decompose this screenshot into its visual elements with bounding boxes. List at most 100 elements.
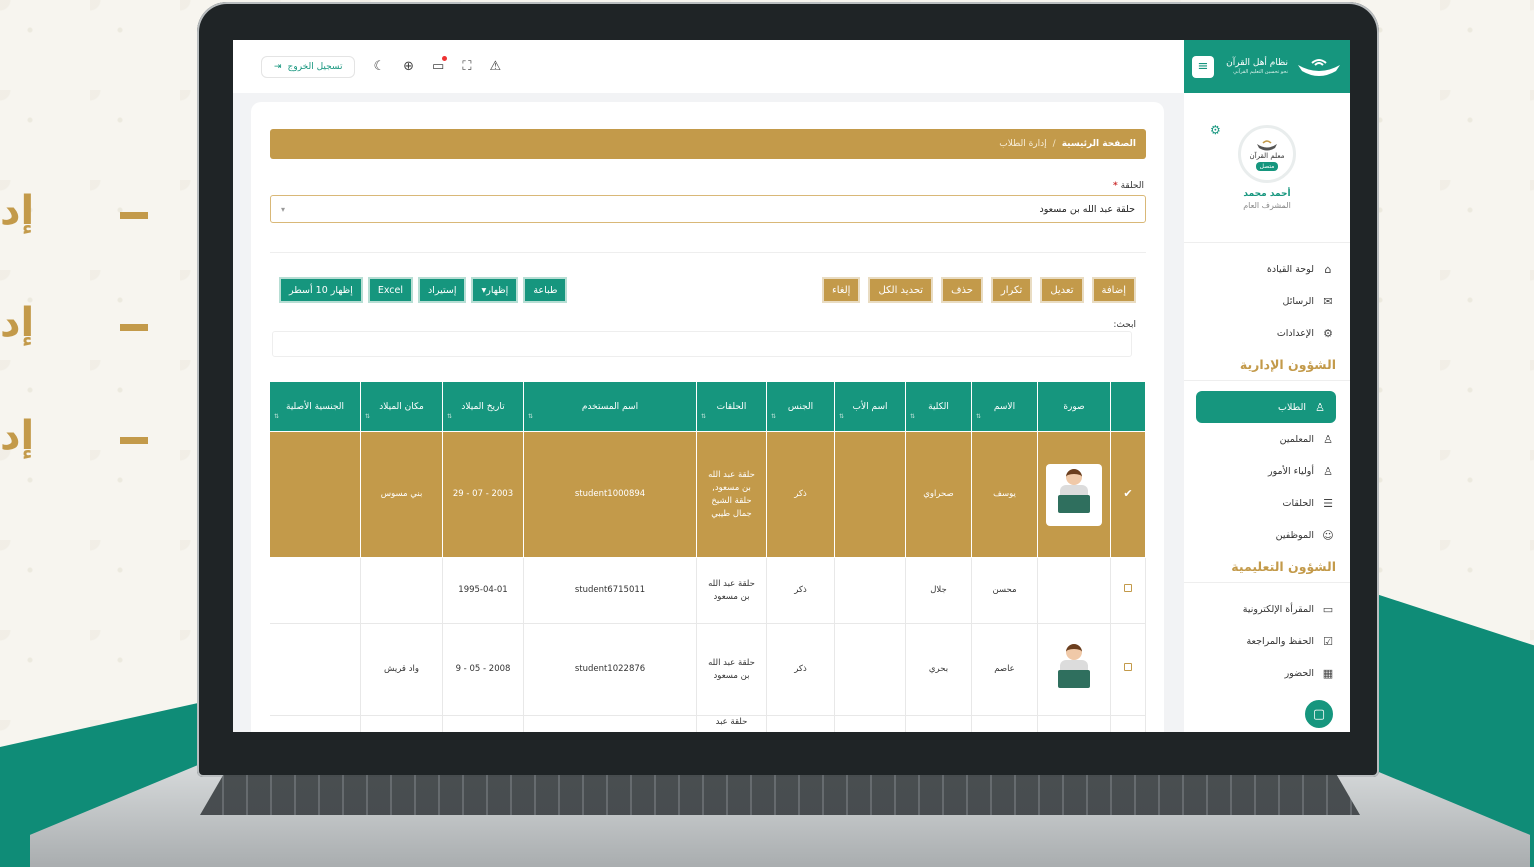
delete-button[interactable]: حذف [941,277,983,303]
sidebar-item-students[interactable]: ♙ الطلاب [1196,391,1336,423]
circle-field-label: الحلقة * [1113,181,1144,191]
laptop-keyboard [200,775,1360,815]
profile-settings-icon[interactable]: ⚙ [1210,123,1221,137]
circle-select[interactable]: حلقة عبد الله بن مسعود ▾ [270,195,1146,223]
row-select-cell[interactable] [1110,715,1146,732]
table-row[interactable]: ✔ يوسف صحراوي ذكر حلقة عبد الله بن مسعود… [270,431,1146,558]
action-buttons: إضافة تعديل تكرار حذف تحديد الكل إلغاء [822,277,1136,303]
sidebar-item-teachers[interactable]: ♙ المعلمين [1184,423,1350,455]
circles-cell: حلقة عبد الله بن مسعود, حلقة الشيخ جمال … [696,431,767,558]
globe-icon[interactable]: ⊕ [403,59,414,74]
column-header-college[interactable]: الكلية ⇅ [905,381,972,432]
column-header-name[interactable]: الاسم ⇅ [971,381,1038,432]
sidebar-item-e-reading[interactable]: ▭ المقرأة الإلكترونية [1184,593,1350,625]
show-columns-button[interactable]: إظهار▾ [471,277,519,303]
photo-cell [1037,431,1111,558]
college-cell: جلال [905,557,972,624]
sidebar-item-staff[interactable]: ☺ الموظفين [1184,519,1350,551]
sidebar-item-label: الطلاب [1278,401,1306,413]
table-row[interactable]: محسن جلال ذكر حلقة عبد الله بن مسعود stu… [270,557,1146,624]
brand-title: نظام أهل القرآن [1226,58,1288,68]
sidebar-item-dashboard[interactable]: ⌂ لوحة القيادة [1184,253,1350,285]
checkbox[interactable] [1124,584,1132,592]
column-header-circles[interactable]: الحلقات ⇅ [696,381,767,432]
cancel-button[interactable]: إلغاء [822,277,861,303]
sidebar-item-memorization[interactable]: ☑ الحفظ والمراجعة [1184,625,1350,657]
column-header-nationality[interactable]: الجنسية الأصلية ⇅ [270,381,361,432]
college-cell: بحري [905,623,972,716]
fullscreen-icon[interactable]: ⛶ [462,59,471,74]
notification-icon[interactable]: ▭ [432,56,448,74]
avatar[interactable]: معلم القرآن متصل [1238,125,1296,183]
dark-mode-icon[interactable]: ☾ [373,59,385,74]
column-header-label: تاريخ الميلاد [461,401,505,412]
logout-button[interactable]: تسجيل الخروج ⇥ [261,55,356,78]
alert-icon[interactable]: ⚠ [489,59,501,74]
sidebar-item-label: أولياء الأمور [1267,465,1314,477]
search-input[interactable] [272,331,1132,357]
column-header-username[interactable]: اسم المستخدم ⇅ [523,381,697,432]
nationality-cell [270,623,361,716]
photo-cell [1037,623,1111,716]
column-header-label: صورة [1063,401,1085,412]
sidebar-item-label: الموظفين [1275,529,1314,541]
birthplace-cell: واد قريش [360,623,443,716]
student-photo [1046,638,1102,701]
topbar: تسجيل الخروج ⇥ ☾ ⊕ ▭ ⛶ ⚠ [233,40,1184,93]
circle-field-label-text: الحلقة [1120,181,1144,191]
row-select-cell[interactable]: ✔ [1110,431,1146,558]
sidebar-item-circles[interactable]: ☰ الحلقات [1184,487,1350,519]
checkbox[interactable] [1124,663,1132,671]
avatar-logo-text: معلم القرآن [1249,151,1285,160]
birthplace-cell: بني مسوس [360,431,443,558]
table-row[interactable]: حلقة عبد [270,715,1146,732]
print-button[interactable]: طباعة [523,277,568,303]
sidebar-item-label: لوحة القيادة [1266,263,1314,275]
column-header-photo[interactable]: صورة [1037,381,1111,432]
sidebar-item-parents[interactable]: ♙ أولياء الأمور [1184,455,1350,487]
sort-icon: ⇅ [839,413,845,420]
column-header-father[interactable]: اسم الأب ⇅ [834,381,906,432]
excel-button[interactable]: Excel [367,277,414,303]
divider [270,252,1146,253]
add-button[interactable]: إضافة [1091,277,1136,303]
sidebar-item-attendance[interactable]: ▦ الحضور [1184,657,1350,689]
video-icon: ▭ [1322,602,1334,616]
breadcrumb-home[interactable]: الصفحة الرئيسية [1062,139,1136,149]
column-header-birthdate[interactable]: تاريخ الميلاد ⇅ [442,381,524,432]
calendar-icon: ▦ [1322,666,1334,680]
column-header-birthplace[interactable]: مكان الميلاد ⇅ [360,381,443,432]
edit-button[interactable]: تعديل [1040,277,1084,303]
user-icon: ♙ [1323,464,1333,478]
import-button[interactable]: إستيراد [418,277,467,303]
select-all-button[interactable]: تحديد الكل [868,277,934,303]
birthdate-cell [442,715,524,732]
sort-icon: ⇅ [976,413,982,420]
row-select-cell[interactable] [1110,557,1146,624]
sidebar-item-label: المعلمين [1279,433,1314,445]
marketing-dash [120,437,148,444]
mail-icon: ✉ [1323,294,1333,308]
brand-text: نظام أهل القرآن نحو تحسين التعليم القرآن… [1226,58,1288,75]
username-cell: student1000894 [523,431,697,558]
table-row[interactable]: عاصم بحري ذكر حلقة عبد الله بن مسعود stu… [270,623,1146,716]
menu-toggle-icon[interactable]: ≡ [1192,55,1214,78]
sidebar-item-messages[interactable]: ✉ الرسائل [1184,285,1350,317]
column-header-gender[interactable]: الجنس ⇅ [766,381,835,432]
sort-icon: ⇅ [365,413,371,420]
list-icon: ☰ [1323,496,1333,510]
marketing-dash [120,212,148,219]
chat-button[interactable]: ▢ [1302,697,1336,731]
sidebar-item-settings[interactable]: ⚙ الإعدادات [1184,317,1350,349]
name-cell: محسن [971,557,1038,624]
profile-name: أحمد محمد [1243,189,1291,199]
row-select-cell[interactable] [1110,623,1146,716]
duplicate-button[interactable]: تكرار [990,277,1033,303]
birthplace-cell [360,715,443,732]
sort-icon: ⇅ [910,413,916,420]
notification-dot [442,56,448,61]
sort-icon: ⇅ [274,413,280,420]
circles-cell: حلقة عبد الله بن مسعود [696,623,767,716]
column-header-label: الكلية [928,401,949,412]
page-length-button[interactable]: إظهار 10 أسطر [279,277,363,303]
